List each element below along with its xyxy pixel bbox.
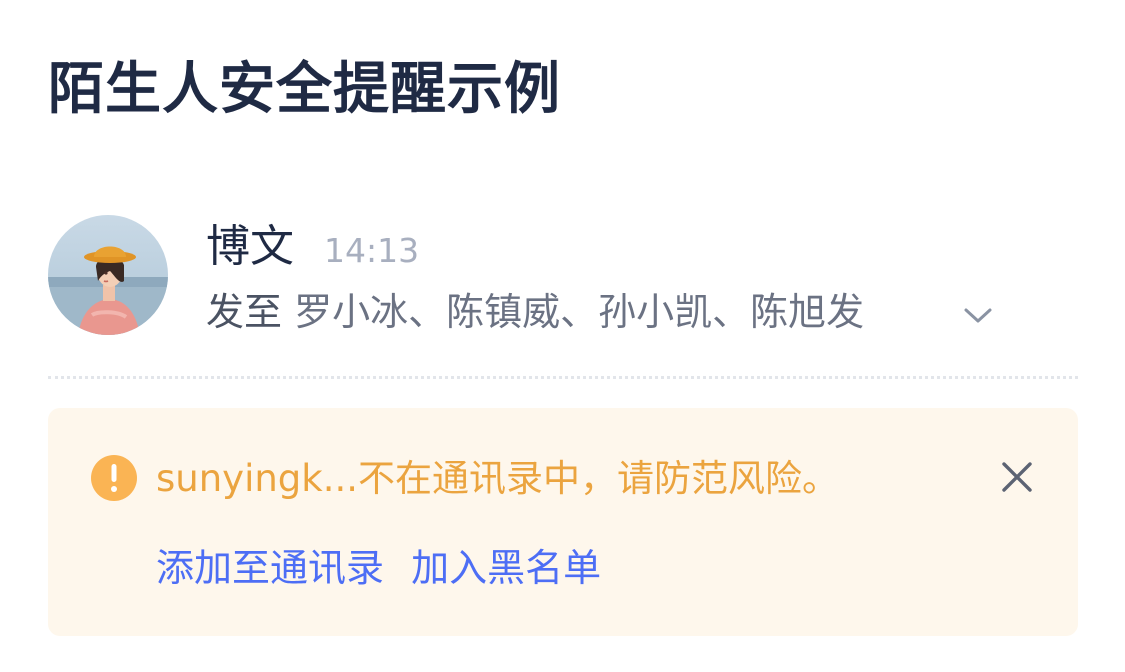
message-header: 博文 14:13 发至 罗小冰、陈镇威、孙小凯、陈旭发 bbox=[48, 215, 1078, 337]
close-icon[interactable] bbox=[998, 458, 1036, 496]
recipients-line: 发至 罗小冰、陈镇威、孙小凯、陈旭发 bbox=[206, 287, 864, 337]
chevron-down-icon[interactable] bbox=[960, 297, 996, 333]
add-to-contacts-link[interactable]: 添加至通讯录 bbox=[156, 546, 384, 590]
page-title: 陌生人安全提醒示例 bbox=[48, 57, 561, 122]
recipients-list: 罗小冰、陈镇威、孙小凯、陈旭发 bbox=[294, 290, 865, 334]
stranger-alert-card: sunyingk...不在通讯录中，请防范风险。 添加至通讯录 加入黑名单 bbox=[48, 408, 1078, 636]
send-time: 14:13 bbox=[324, 231, 420, 270]
warning-icon bbox=[90, 454, 138, 502]
avatar[interactable] bbox=[48, 215, 168, 335]
alert-message: sunyingk...不在通讯录中，请防范风险。 bbox=[156, 457, 839, 500]
divider bbox=[48, 376, 1078, 379]
alert-actions: 添加至通讯录 加入黑名单 bbox=[156, 542, 623, 594]
recipients-prefix: 发至 bbox=[206, 290, 283, 334]
add-to-blacklist-link[interactable]: 加入黑名单 bbox=[411, 546, 601, 590]
sender-name[interactable]: 博文 bbox=[206, 217, 294, 277]
